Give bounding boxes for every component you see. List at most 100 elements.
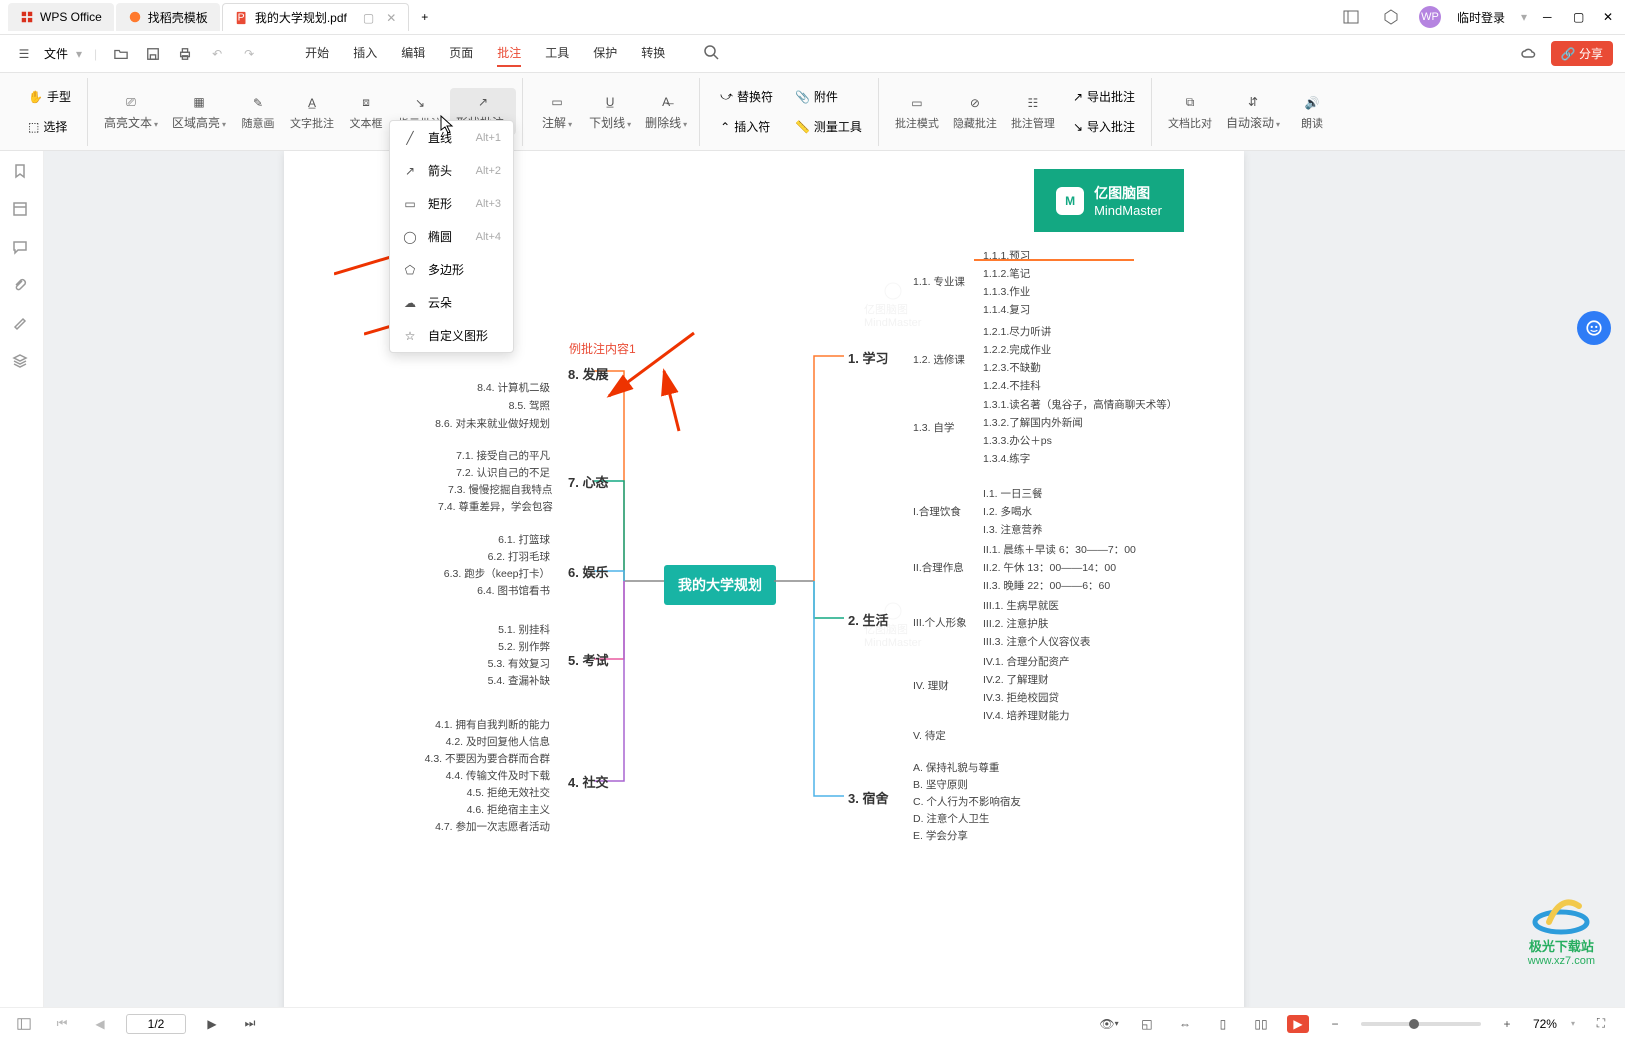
leaf: 4.2. 及时回复他人信息 [424,733,554,750]
read-tool[interactable]: 🔊朗读 [1288,89,1336,135]
dropdown-polygon[interactable]: ⬠多边形 [390,253,513,286]
avatar[interactable]: WP [1419,6,1441,28]
canvas[interactable]: M 亿图脑图 MindMaster 亿图脑图MindMaster 亿图脑图Min… [44,151,1625,1007]
zoom-out-icon[interactable]: − [1323,1012,1347,1036]
fullscreen-icon[interactable]: ⛶ [1589,1012,1613,1036]
mindmaster-logo-icon: M [1056,187,1084,215]
leaf: 8.4. 计算机二级 [454,379,554,396]
manage-annot-tool[interactable]: ☷批注管理 [1005,89,1061,135]
area-highlight-tool[interactable]: ▦区域高亮▾ [166,88,232,135]
single-page-icon[interactable]: ▯ [1211,1012,1235,1036]
hide-annot-tool[interactable]: ⊘隐藏批注 [947,89,1003,135]
crop-icon[interactable]: ◱ [1135,1012,1159,1036]
textbox-icon: ⧈ [356,93,376,113]
search-icon[interactable] [699,40,723,64]
zoom-slider[interactable] [1361,1022,1481,1026]
highlight-text-tool[interactable]: ⎚高亮文本▾ [98,88,164,135]
tab-document[interactable]: P 我的大学规划.pdf ▢ ✕ [222,3,409,31]
freehand-tool[interactable]: ✎随意画 [234,89,282,135]
page-input[interactable] [126,1014,186,1034]
cursor-icon: ⬚ [28,120,39,134]
leaf: IV.1. 合理分配资产 [979,653,1074,670]
bookmark-icon[interactable] [12,163,32,183]
minimize-icon[interactable]: ─ [1543,10,1557,24]
dropdown-custom[interactable]: ☆自定义图形 [390,319,513,352]
two-page-icon[interactable]: ▯▯ [1249,1012,1273,1036]
fit-width-icon[interactable]: ⇔ [1173,1012,1197,1036]
maximize-icon[interactable]: ▢ [1573,10,1587,24]
save-icon[interactable] [141,42,165,66]
dropdown-oval[interactable]: ◯椭圆Alt+4 [390,220,513,253]
new-tab-button[interactable]: + [411,3,438,31]
text-annot-tool[interactable]: A̲文字批注 [284,89,340,135]
insert-sym-tool[interactable]: ⌃插入符 [714,113,779,141]
leaf: I.3. 注意营养 [979,521,1047,538]
dropdown-rect[interactable]: ▭矩形Alt+3 [390,187,513,220]
menu-icon[interactable]: ☰ [12,42,36,66]
tab-menu-icon[interactable]: ▢ [363,11,374,25]
menu-tab-edit[interactable]: 编辑 [401,40,425,67]
thumbnail-icon[interactable] [12,201,32,221]
redo-icon[interactable]: ↷ [237,42,261,66]
measure-tool[interactable]: 📏测量工具 [789,113,868,141]
assistant-button[interactable] [1577,311,1611,345]
menu-tab-annotate[interactable]: 批注 [497,40,521,67]
caret-icon: ⌃ [720,120,730,134]
view-mode-icon[interactable]: 👁▾ [1097,1012,1121,1036]
underline-tool[interactable]: U̲下划线▾ [583,88,637,135]
textbox-tool[interactable]: ⧈文本框 [342,89,390,135]
comment-icon[interactable] [12,239,32,259]
cloud-icon[interactable] [1517,42,1541,66]
menu-tab-start[interactable]: 开始 [305,40,329,67]
hand-tool[interactable]: ✋手型 [22,83,77,111]
undo-icon[interactable]: ↶ [205,42,229,66]
autoscroll-tool[interactable]: ⇵自动滚动▾ [1220,88,1286,135]
layout-icon[interactable] [1339,5,1363,29]
replace-tool[interactable]: ⤻替换符 [714,83,779,111]
cube-icon[interactable] [1379,5,1403,29]
sub-study-1: 1.1. 专业课 [909,273,969,290]
tab-wps-home[interactable]: WPS Office [8,3,114,31]
signature-icon[interactable] [12,315,32,335]
menu-tab-protect[interactable]: 保护 [593,40,617,67]
last-page-icon[interactable]: ⏭ [238,1012,262,1036]
tab-label: 我的大学规划.pdf [255,9,347,26]
menu-tab-page[interactable]: 页面 [449,40,473,67]
dropdown-arrow[interactable]: ↗箭头Alt+2 [390,154,513,187]
login-text[interactable]: 临时登录 [1457,9,1505,26]
dropdown-cloud[interactable]: ☁云朵 [390,286,513,319]
menu-tab-insert[interactable]: 插入 [353,40,377,67]
leaf: 8.5. 驾照 [454,397,554,414]
attachment-icon[interactable] [12,277,32,297]
annot-mode-tool[interactable]: ▭批注模式 [889,89,945,135]
open-icon[interactable] [109,42,133,66]
share-button[interactable]: 🔗 分享 [1551,41,1613,66]
note-tool[interactable]: ▭注解▾ [533,88,581,135]
import-annot-tool[interactable]: ↘导入批注 [1067,113,1141,141]
leaf: III.1. 生病早就医 [979,597,1063,614]
tab-templates[interactable]: 找稻壳模板 [116,3,220,31]
sub-life-5: V. 待定 [909,727,950,744]
export-annot-tool[interactable]: ↗导出批注 [1067,83,1141,111]
menu-tab-tools[interactable]: 工具 [545,40,569,67]
tab-close-icon[interactable]: ✕ [386,11,396,25]
file-menu[interactable]: 文件 [44,45,68,62]
panel-toggle-icon[interactable] [12,1012,36,1036]
attach-tool[interactable]: 📎附件 [789,83,868,111]
compare-tool[interactable]: ⧉文档比对 [1162,89,1218,135]
highlight-icon: ⎚ [121,92,141,112]
tab-label: 找稻壳模板 [148,9,208,26]
print-icon[interactable] [173,42,197,66]
layers-icon[interactable] [12,353,32,373]
menu-tab-convert[interactable]: 转换 [641,40,665,67]
first-page-icon[interactable]: ⏮ [50,1012,74,1036]
prev-page-icon[interactable]: ◀ [88,1012,112,1036]
strike-tool[interactable]: A̶删除线▾ [639,88,693,135]
play-icon[interactable]: ▶ [1287,1015,1309,1033]
select-tool[interactable]: ⬚选择 [22,113,77,141]
leaf: 8.6. 对未来就业做好规划 [424,415,554,432]
arrow-icon: ↗ [402,163,418,179]
zoom-in-icon[interactable]: + [1495,1012,1519,1036]
close-icon[interactable]: ✕ [1603,10,1617,24]
next-page-icon[interactable]: ▶ [200,1012,224,1036]
